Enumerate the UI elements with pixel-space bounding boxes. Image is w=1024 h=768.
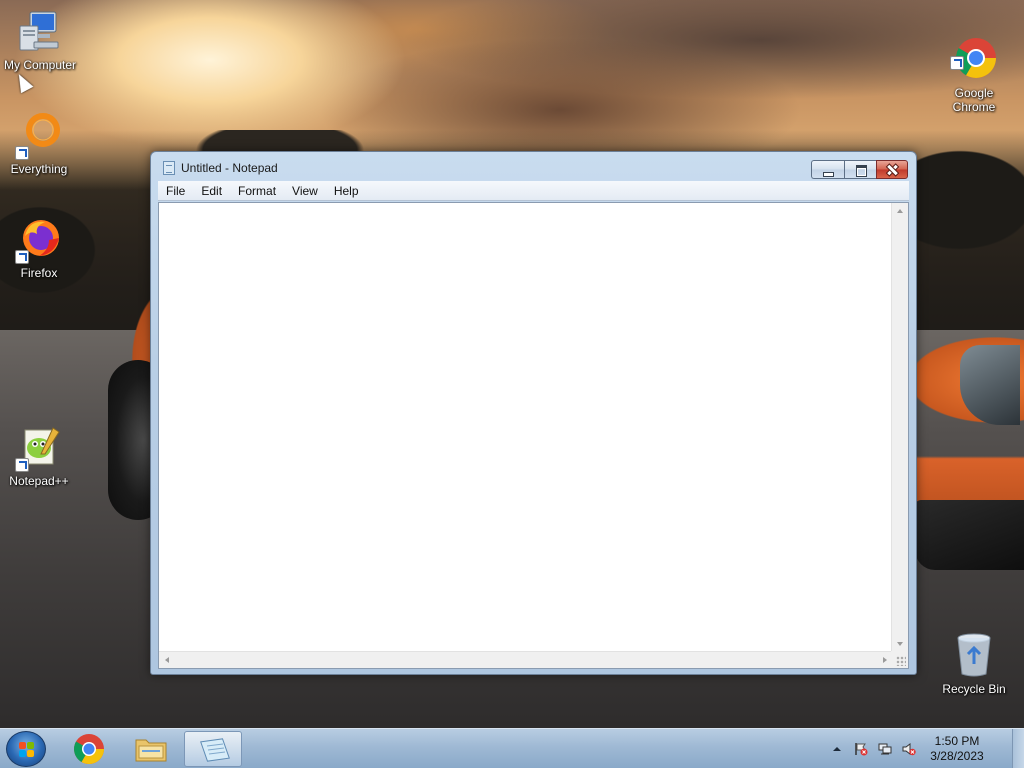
vertical-scrollbar[interactable] <box>891 203 908 652</box>
system-tray: 1:50 PM 3/28/2023 <box>830 729 1010 768</box>
desktop-icon-my-computer[interactable]: My Computer <box>2 8 78 72</box>
menu-view[interactable]: View <box>284 181 326 201</box>
window-title: Untitled - Notepad <box>181 161 278 175</box>
clock-date: 3/28/2023 <box>930 749 984 763</box>
action-center-flag-icon[interactable] <box>854 742 868 756</box>
window-controls <box>811 160 908 179</box>
chrome-icon <box>950 22 998 78</box>
window-titlebar[interactable]: Untitled - Notepad <box>151 152 916 180</box>
maximize-button[interactable] <box>844 160 876 179</box>
horizontal-scrollbar[interactable] <box>159 651 893 668</box>
folder-icon <box>135 739 167 762</box>
desktop-icon-label: Google Chrome <box>952 86 996 114</box>
taskbar: 1:50 PM 3/28/2023 <box>0 728 1024 768</box>
menu-format[interactable]: Format <box>230 181 284 201</box>
taskbar-notepad[interactable] <box>184 731 242 767</box>
shortcut-arrow-icon <box>15 250 29 264</box>
clock-time: 1:50 PM <box>934 734 980 748</box>
desktop-icon-label: Firefox <box>20 266 58 280</box>
menu-help[interactable]: Help <box>326 181 367 201</box>
firefox-icon <box>15 216 63 264</box>
desktop-icon-label: Notepad++ <box>9 474 69 488</box>
taskbar-clock[interactable]: 1:50 PM 3/28/2023 <box>922 734 992 764</box>
show-hidden-icons-arrow[interactable] <box>830 742 844 756</box>
taskbar-chrome[interactable] <box>60 731 118 767</box>
notepad-window[interactable]: Untitled - Notepad File Edit Format View… <box>150 151 917 675</box>
desktop-icon-notepadpp[interactable]: Notepad++ <box>1 424 77 488</box>
desktop-icon-label: Recycle Bin <box>942 682 1006 696</box>
close-button[interactable] <box>876 160 908 179</box>
chrome-icon <box>73 734 104 765</box>
computer-icon <box>16 8 64 56</box>
notepad-icon <box>163 161 175 175</box>
scroll-down-icon[interactable] <box>897 642 903 646</box>
menu-edit[interactable]: Edit <box>193 181 230 201</box>
minimize-button[interactable] <box>811 160 844 179</box>
desktop-icon-everything[interactable]: Everything <box>1 112 77 176</box>
desktop-icon-firefox[interactable]: Firefox <box>1 216 77 280</box>
scroll-up-icon[interactable] <box>897 209 903 213</box>
scroll-right-icon[interactable] <box>883 657 887 663</box>
volume-muted-icon[interactable] <box>902 742 916 756</box>
scroll-left-icon[interactable] <box>165 657 169 663</box>
start-button[interactable] <box>6 731 46 767</box>
shortcut-arrow-icon <box>15 458 29 472</box>
notepad-icon <box>200 738 230 762</box>
shortcut-arrow-icon <box>950 56 964 70</box>
windows-logo-icon <box>19 742 35 758</box>
show-desktop-button[interactable] <box>1012 729 1024 768</box>
text-editor-frame <box>158 202 909 669</box>
resize-grip-icon[interactable] <box>896 656 906 666</box>
menu-bar: File Edit Format View Help <box>158 181 909 201</box>
taskbar-file-explorer[interactable] <box>122 731 180 767</box>
everything-search-icon <box>15 112 63 160</box>
desktop-icon-label: Everything <box>10 162 68 176</box>
wallpaper-car-grille <box>915 500 1024 570</box>
network-icon[interactable] <box>878 742 892 756</box>
notepadpp-icon <box>15 424 63 472</box>
text-editor[interactable] <box>159 203 893 652</box>
scroll-corner <box>891 651 908 668</box>
desktop-icon-chrome[interactable]: Google Chrome <box>936 8 1012 128</box>
desktop-icon-recycle-bin[interactable]: Recycle Bin <box>936 632 1012 696</box>
recycle-bin-icon <box>950 632 998 680</box>
shortcut-arrow-icon <box>15 146 29 160</box>
desktop-icon-label: My Computer <box>3 58 77 72</box>
menu-file[interactable]: File <box>158 181 193 201</box>
